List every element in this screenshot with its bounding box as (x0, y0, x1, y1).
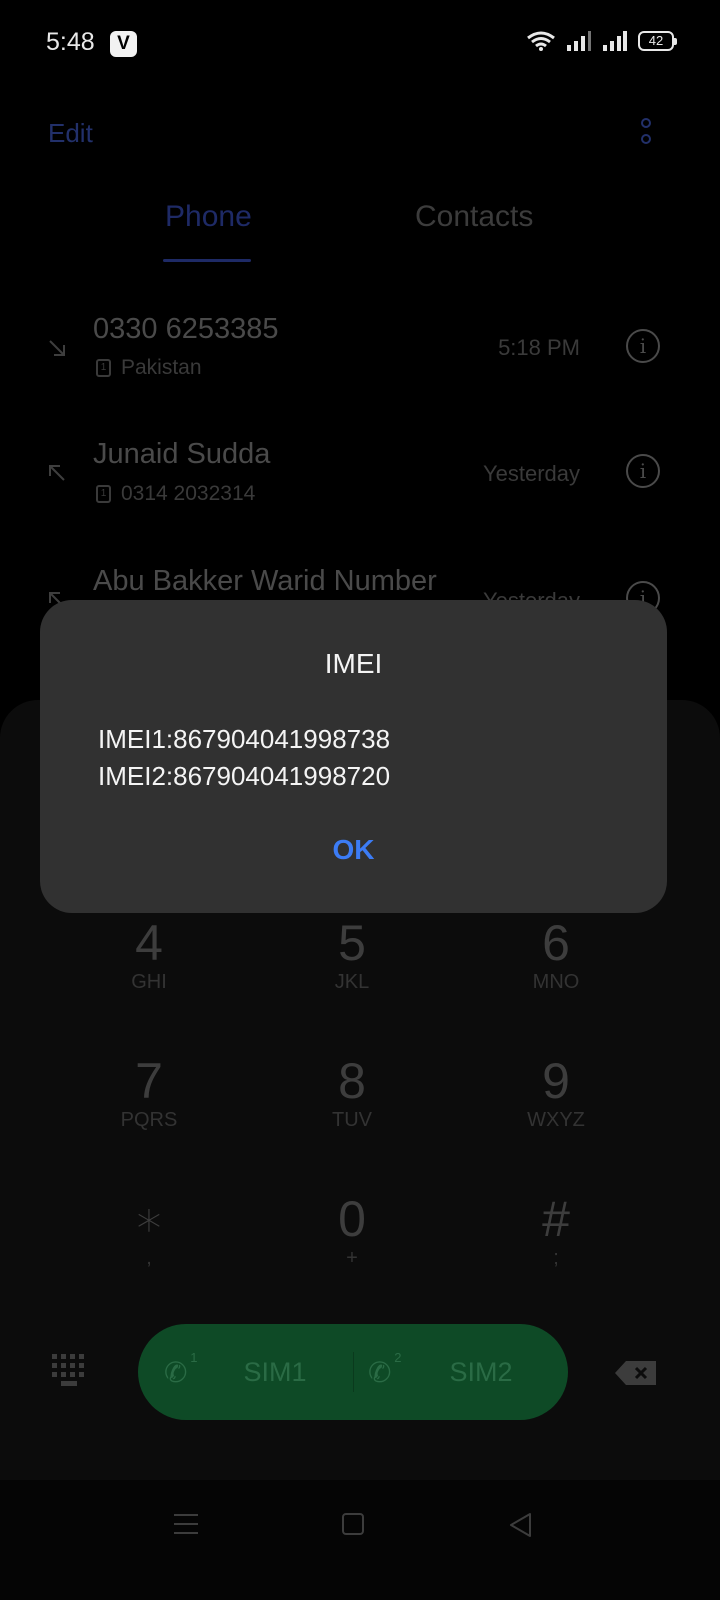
dial-key-star[interactable]: ∗ , (69, 1191, 229, 1270)
status-bar: 5:48 V 42 (0, 0, 720, 88)
key-digit: 6 (542, 915, 570, 971)
wifi-icon (527, 31, 555, 51)
key-letters: GHI (131, 971, 167, 993)
dial-key-7[interactable]: 7 PQRS (69, 1053, 229, 1132)
call-log-subtitle: 1 0314 2032314 (96, 482, 255, 506)
active-tab-indicator (163, 259, 251, 262)
key-digit: ∗ (133, 1191, 165, 1247)
imei1-text: IMEI1:867904041998738 (98, 724, 391, 754)
dial-key-4[interactable]: 4 GHI (69, 915, 229, 994)
incoming-call-arrow-icon (49, 340, 65, 356)
imei2-text: IMEI2:867904041998720 (98, 761, 391, 791)
key-letters: JKL (334, 971, 370, 993)
dial-key-9[interactable]: 9 WXYZ (476, 1053, 636, 1132)
sim-card-icon: 1 (96, 359, 111, 377)
key-digit: 5 (338, 915, 366, 971)
call-log-name: 0330 6253385 (93, 313, 279, 345)
dialpad-toggle-icon[interactable] (52, 1354, 86, 1388)
call-log-subtitle: 1 Pakistan (96, 356, 202, 380)
menu-icon[interactable] (174, 1514, 198, 1534)
call-log-time: Yesterday (482, 461, 580, 486)
sim-card-icon: 1 (96, 485, 111, 503)
status-indicators: 42 (526, 30, 677, 52)
call-sim2-button[interactable]: ✆ 2 SIM2 (366, 1324, 566, 1420)
info-icon[interactable]: i (626, 454, 660, 488)
call-log-location: Pakistan (121, 356, 202, 379)
dial-key-hash[interactable]: # ; (476, 1191, 636, 1270)
call-log-item[interactable]: 0330 6253385 1 Pakistan 5:18 PM i (0, 305, 720, 425)
key-letters: TUV (332, 1109, 372, 1131)
dial-key-0[interactable]: 0 + (272, 1191, 432, 1270)
back-icon[interactable] (508, 1512, 532, 1538)
dialog-title: IMEI (324, 648, 383, 679)
info-icon[interactable]: i (626, 329, 660, 363)
tab-phone[interactable]: Phone (165, 200, 252, 234)
key-letters: PQRS (120, 1109, 178, 1131)
phone-sim2-icon: ✆ 2 (368, 1349, 402, 1388)
more-vertical-icon[interactable] (630, 112, 662, 156)
ok-button[interactable]: OK (40, 834, 667, 866)
key-digit: 8 (338, 1053, 366, 1109)
sim2-label: SIM2 (449, 1356, 513, 1387)
signal-icon (603, 31, 627, 51)
key-letters: WXYZ (527, 1109, 585, 1131)
edit-button[interactable]: Edit (48, 118, 93, 149)
call-sim1-button[interactable]: ✆ 1 SIM1 (152, 1324, 352, 1420)
dial-key-5[interactable]: 5 JKL (272, 915, 432, 994)
battery-icon: 42 (638, 31, 677, 51)
outgoing-call-arrow-icon (49, 465, 65, 481)
status-time: 5:48 (46, 28, 95, 56)
tab-contacts[interactable]: Contacts (415, 200, 533, 234)
phone-sim1-icon: ✆ 1 (164, 1349, 198, 1388)
sim1-label: SIM1 (243, 1356, 307, 1387)
call-log-name: Abu Bakker Warid Number (93, 565, 437, 597)
call-log-name: Junaid Sudda (93, 438, 271, 470)
imei-dialog: IMEI IMEI1:867904041998738 IMEI2:8679040… (40, 600, 667, 913)
call-log-item[interactable]: Junaid Sudda 1 0314 2032314 Yesterday i (0, 430, 720, 550)
dial-key-6[interactable]: 6 MNO (476, 915, 636, 994)
dial-key-8[interactable]: 8 TUV (272, 1053, 432, 1132)
key-digit: 4 (135, 915, 163, 971)
call-buttons: ✆ 1 SIM1 ✆ 2 SIM2 (138, 1324, 568, 1420)
key-letters: ; (553, 1247, 559, 1269)
navigation-bar (0, 1480, 720, 1600)
home-icon[interactable] (342, 1513, 364, 1535)
app-notification-icon: V (110, 31, 137, 57)
key-digit: # (542, 1191, 570, 1247)
key-letters: , (146, 1247, 152, 1269)
call-log-number: 0314 2032314 (121, 482, 256, 505)
key-digit: 0 (338, 1191, 366, 1247)
key-letters: MNO (532, 971, 580, 993)
key-digit: 7 (135, 1053, 163, 1109)
key-letters: + (346, 1247, 358, 1269)
key-digit: 9 (542, 1053, 570, 1109)
signal-icon (567, 31, 591, 51)
call-log-time: 5:18 PM (498, 335, 580, 360)
divider (353, 1352, 354, 1392)
backspace-icon[interactable] (614, 1360, 658, 1386)
